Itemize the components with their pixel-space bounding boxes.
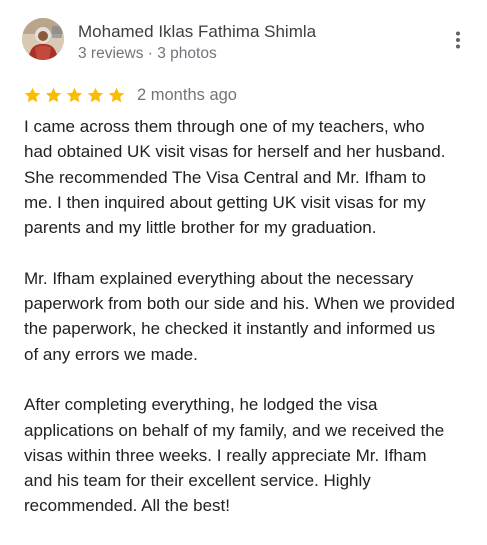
star-icon xyxy=(108,87,125,102)
review-line: of any errors we made. xyxy=(24,344,198,364)
star-icon xyxy=(45,87,62,102)
star-icon xyxy=(24,87,41,102)
reviewer-header: Mohamed Iklas Fathima Shimla 3 reviews ·… xyxy=(20,16,470,66)
star-icon xyxy=(66,87,83,102)
reviewer-meta[interactable]: 3 reviews · 3 photos xyxy=(78,44,217,64)
review-line: paperwork from both our side and his. Wh… xyxy=(24,294,455,314)
review-line: Mr. Ifham explained everything about the… xyxy=(24,268,414,288)
reviewer-name[interactable]: Mohamed Iklas Fathima Shimla xyxy=(78,21,316,43)
review-date: 2 months ago xyxy=(137,86,237,104)
avatar[interactable] xyxy=(22,18,64,60)
review-line: the paperwork, he checked it instantly a… xyxy=(24,319,436,339)
review-line: After completing everything, he lodged t… xyxy=(24,395,378,415)
review-paragraph: Mr. Ifham explained everything about the… xyxy=(24,266,474,367)
review-line: and his team for their excellent service… xyxy=(24,471,371,491)
review-line: recommended. All the best! xyxy=(24,496,231,516)
review-line: me. I then inquired about getting UK vis… xyxy=(24,192,426,212)
star-icon xyxy=(87,87,104,102)
rating-row: 2 months ago xyxy=(23,84,237,106)
review-line: visas within three weeks. I really appre… xyxy=(24,445,427,465)
avatar-image xyxy=(22,18,64,60)
review-line: had obtained UK visit visas for herself … xyxy=(24,142,446,162)
more-vertical-icon xyxy=(456,31,460,49)
review-line: parents and my little brother for my gra… xyxy=(24,218,377,238)
review-paragraph: I came across them through one of my tea… xyxy=(24,114,474,240)
star-rating xyxy=(23,86,126,105)
review-text: I came across them through one of my tea… xyxy=(24,114,474,519)
review-line: applications on behalf of my family, and… xyxy=(24,420,445,440)
review-card: Mohamed Iklas Fathima Shimla 3 reviews ·… xyxy=(0,0,487,545)
review-paragraph: After completing everything, he lodged t… xyxy=(24,392,474,518)
more-options-button[interactable] xyxy=(446,28,470,52)
review-line: I came across them through one of my tea… xyxy=(24,117,425,136)
review-line: She recommended The Visa Central and Mr.… xyxy=(24,167,426,187)
